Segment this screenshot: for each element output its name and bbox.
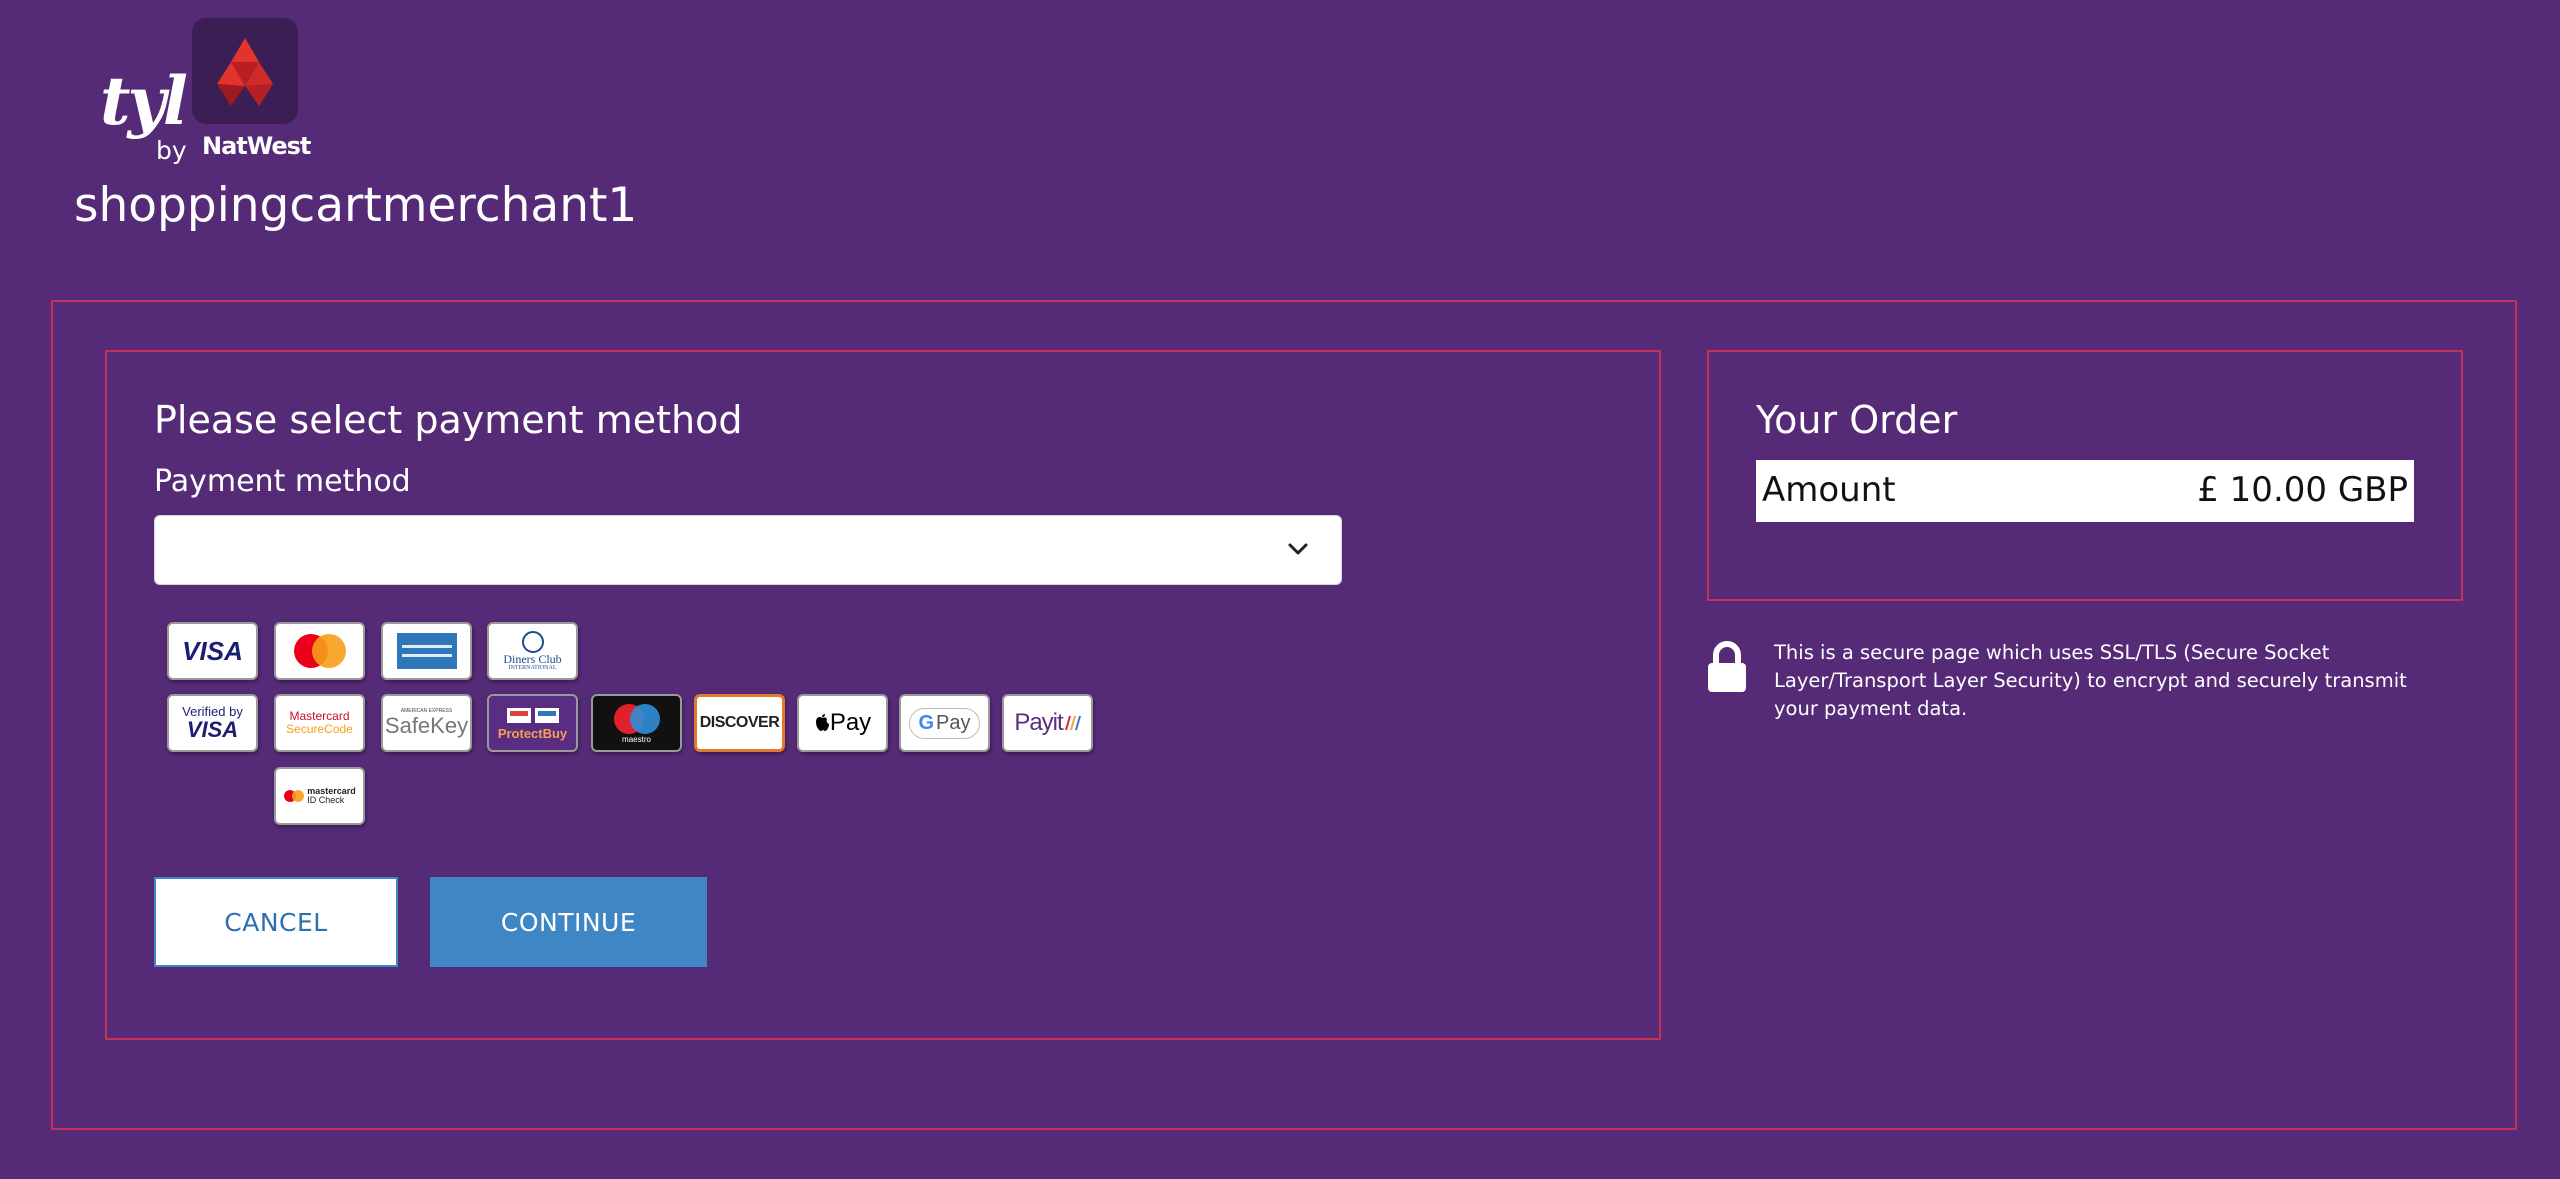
apple-pay-logo: Pay [797, 694, 888, 752]
merchant-name: shoppingcartmerchant1 [74, 178, 638, 233]
google-g-icon: G [918, 711, 935, 734]
protectbuy-text: ProtectBuy [497, 725, 568, 741]
diners-club-icon [521, 631, 544, 653]
amex-safekey-logo: AMERICAN EXPRESS SafeKey [381, 694, 472, 752]
natwest-logo-icon [192, 18, 298, 124]
order-title: Your Order [1756, 398, 1958, 442]
tyl-natwest-logo: tyl by NatWest [96, 18, 311, 165]
payit-logo: Payit [1002, 694, 1093, 752]
mastercard-icon [293, 634, 346, 668]
order-amount-row: Amount £ 10.00 GBP [1756, 460, 2414, 522]
discover-text: DISCOVER [699, 714, 780, 731]
mastercard-securecode-logo: Mastercard SecureCode [274, 694, 365, 752]
protectbuy-logo: ProtectBuy [487, 694, 578, 752]
amount-value: £ 10.00 GBP [2197, 470, 2408, 510]
google-pay-logo: G Pay [899, 694, 990, 752]
maestro-text: maestro [622, 735, 651, 744]
lock-icon [1708, 641, 1746, 692]
amex-logo [381, 622, 472, 680]
payit-text: Payit [1014, 709, 1063, 736]
chevron-down-icon [1288, 543, 1308, 555]
maestro-icon [613, 704, 660, 734]
safekey-text: SafeKey [384, 712, 469, 738]
continue-button[interactable]: CONTINUE [430, 877, 707, 967]
payit-stripes-icon [1064, 716, 1081, 730]
discover-logo: DISCOVER [694, 694, 785, 752]
amex-icon [396, 633, 457, 669]
amount-label: Amount [1762, 470, 1896, 510]
mastercard-small-icon [284, 790, 305, 802]
maestro-logo: maestro [591, 694, 682, 752]
verified-visa-text: VISA [186, 717, 239, 743]
protectbuy-cards-icon [506, 707, 559, 723]
security-notice: This is a secure page which uses SSL/TLS… [1774, 641, 2407, 720]
payment-method-select[interactable] [154, 515, 1342, 585]
cancel-button[interactable]: CANCEL [154, 877, 398, 967]
visa-text: VISA [182, 635, 243, 666]
diners-text: Diners Club [503, 652, 562, 666]
mastercard-logo [274, 622, 365, 680]
logo-by: by [156, 136, 187, 165]
apple-icon [815, 714, 829, 731]
diners-subtext: INTERNATIONAL [508, 665, 557, 671]
logo-brand: NatWest [202, 132, 311, 160]
visa-logo: VISA [167, 622, 258, 680]
mc-securecode-line2: SecureCode [286, 722, 353, 736]
mastercard-idcheck-logo: mastercard ID Check [274, 767, 365, 825]
logo-word: tyl [100, 62, 188, 140]
mc-idcheck-line2: ID Check [307, 794, 345, 805]
verified-by-visa-logo: Verified by VISA [167, 694, 258, 752]
diners-club-logo: Diners Club INTERNATIONAL [487, 622, 578, 680]
google-pay-text: Pay [936, 711, 971, 734]
payment-heading: Please select payment method [154, 398, 743, 442]
payment-method-label: Payment method [154, 464, 411, 499]
apple-pay-text: Pay [829, 709, 872, 736]
